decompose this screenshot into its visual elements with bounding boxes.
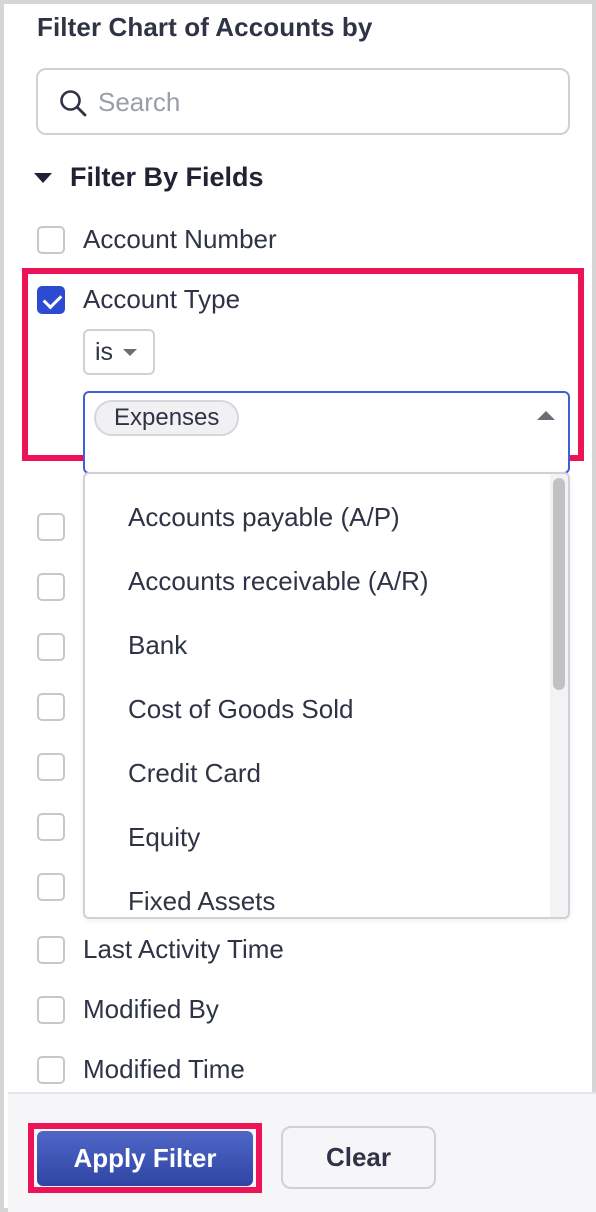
checkbox-modified-time[interactable] [37, 1055, 65, 1084]
clear-button[interactable]: Clear [281, 1126, 436, 1189]
checkbox[interactable] [37, 873, 65, 901]
field-modified-time[interactable]: Modified Time [37, 1054, 245, 1085]
checkbox[interactable] [37, 573, 65, 601]
field-label: Modified Time [83, 1054, 245, 1084]
dropdown-scrollbar[interactable] [550, 474, 568, 917]
scrollbar-thumb[interactable] [553, 478, 565, 690]
field-label: Account Number [83, 224, 277, 254]
field-label: Account Type [83, 284, 241, 314]
operator-value: is [95, 337, 114, 366]
field-last-activity-time[interactable]: Last Activity Time [37, 934, 284, 965]
checkbox[interactable] [37, 753, 65, 781]
field-hidden-1[interactable] [37, 513, 65, 541]
caret-down-icon [34, 172, 52, 183]
selected-chip-expenses[interactable]: Expenses [94, 400, 240, 436]
checkbox-account-number[interactable] [37, 225, 65, 254]
field-label: Last Activity Time [83, 934, 284, 964]
option-fixed-assets[interactable]: Fixed Assets [128, 886, 275, 917]
field-hidden-7[interactable] [37, 873, 65, 901]
caret-up-icon[interactable] [537, 411, 555, 420]
checkbox-account-type[interactable] [37, 285, 65, 314]
checkbox-last-activity-time[interactable] [37, 935, 65, 964]
search-box[interactable] [36, 68, 570, 135]
field-account-number[interactable]: Account Number [37, 224, 277, 255]
checkbox[interactable] [37, 693, 65, 721]
panel-title: Filter Chart of Accounts by [37, 12, 373, 42]
option-cost-of-goods-sold[interactable]: Cost of Goods Sold [128, 694, 353, 725]
field-hidden-4[interactable] [37, 693, 65, 721]
field-hidden-3[interactable] [37, 633, 65, 661]
checkbox[interactable] [37, 513, 65, 541]
account-type-multiselect[interactable]: Expenses [83, 391, 570, 474]
search-input[interactable] [98, 82, 538, 122]
field-hidden-2[interactable] [37, 573, 65, 601]
field-hidden-5[interactable] [37, 753, 65, 781]
search-icon [60, 90, 87, 117]
checkbox[interactable] [37, 633, 65, 661]
option-accounts-receivable[interactable]: Accounts receivable (A/R) [128, 566, 429, 597]
field-account-type[interactable]: Account Type [37, 284, 240, 315]
field-modified-by[interactable]: Modified By [37, 994, 219, 1025]
option-equity[interactable]: Equity [128, 822, 200, 853]
checkbox-modified-by[interactable] [37, 995, 65, 1024]
account-type-options-dropdown[interactable]: Accounts payable (A/P) Accounts receivab… [83, 472, 570, 919]
caret-down-icon [123, 348, 138, 356]
operator-select[interactable]: is [83, 329, 155, 375]
field-hidden-6[interactable] [37, 813, 65, 841]
option-accounts-payable[interactable]: Accounts payable (A/P) [128, 502, 400, 533]
option-bank[interactable]: Bank [128, 630, 187, 661]
checkbox[interactable] [37, 813, 65, 841]
option-credit-card[interactable]: Credit Card [128, 758, 261, 789]
filter-by-fields-toggle[interactable]: Filter By Fields [34, 162, 264, 193]
section-title: Filter By Fields [70, 162, 264, 192]
apply-filter-button[interactable]: Apply Filter [37, 1131, 253, 1186]
filter-panel: Filter Chart of Accounts by Filter By Fi… [0, 0, 596, 1212]
field-label: Modified By [83, 994, 219, 1024]
